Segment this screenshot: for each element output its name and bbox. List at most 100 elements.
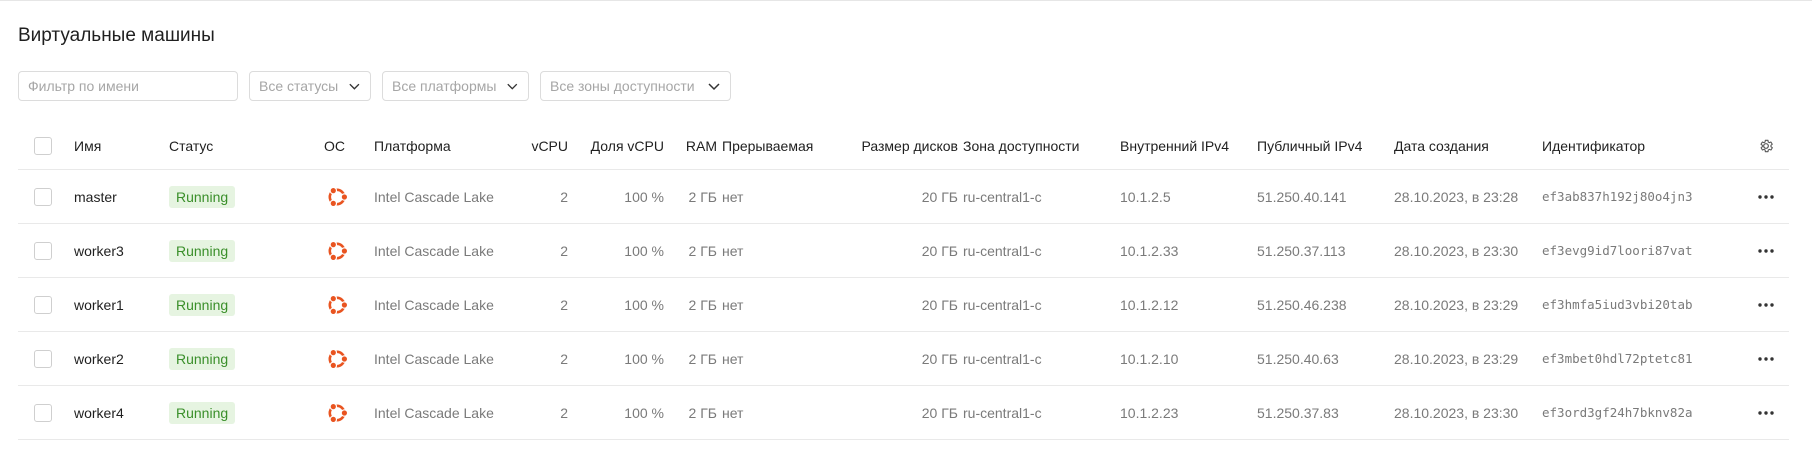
top-divider	[0, 0, 1812, 1]
vm-vcpu-share: 100 %	[624, 350, 664, 367]
select-all-checkbox[interactable]	[34, 136, 52, 155]
more-horizontal-icon	[1758, 410, 1774, 415]
row-actions-button[interactable]	[1748, 224, 1784, 277]
column-header-preemptible[interactable]: Прерываемая	[722, 122, 832, 169]
chevron-down-icon	[349, 83, 360, 90]
table-row[interactable]: worker2 Running Intel Cascade Lake 2 100…	[18, 332, 1789, 386]
column-header-vcpu[interactable]: vCPU	[508, 122, 568, 169]
more-horizontal-icon	[1758, 194, 1774, 199]
table-row[interactable]: worker3 Running Intel Cascade Lake 2 100…	[18, 224, 1789, 278]
vm-vcpu: 2	[560, 188, 568, 205]
column-header-internal-ip[interactable]: Внутренний IPv4	[1120, 122, 1255, 169]
vm-public-ip: 51.250.37.83	[1257, 404, 1339, 421]
vm-created: 28.10.2023, в 23:29	[1394, 350, 1519, 367]
vm-disk-size: 20 ГБ	[921, 296, 958, 313]
vm-public-ip: 51.250.46.238	[1257, 296, 1347, 313]
column-header-disk-size[interactable]: Размер дисков	[838, 122, 958, 169]
vm-disk-size: 20 ГБ	[921, 188, 958, 205]
row-checkbox[interactable]	[34, 187, 52, 206]
status-badge: Running	[169, 347, 236, 370]
vm-platform: Intel Cascade Lake	[374, 296, 494, 313]
vm-zone: ru-central1-c	[963, 242, 1042, 259]
row-checkbox[interactable]	[34, 349, 52, 368]
table-row[interactable]: master Running Intel Cascade Lake 2 100 …	[18, 170, 1789, 224]
vm-preemptible: нет	[722, 350, 744, 367]
vm-vcpu: 2	[560, 296, 568, 313]
chevron-down-icon	[507, 83, 518, 90]
vm-preemptible: нет	[722, 188, 744, 205]
status-badge: Running	[169, 239, 236, 262]
platform-filter-value: Все платформы	[392, 78, 497, 94]
vm-name[interactable]: worker1	[74, 278, 164, 331]
vm-internal-ip: 10.1.2.12	[1120, 296, 1179, 313]
zone-filter-value: Все зоны доступности	[550, 78, 695, 94]
vm-vcpu-share: 100 %	[624, 188, 664, 205]
column-settings-button[interactable]	[1748, 122, 1784, 169]
vm-id: ef3mbet0hdl72ptetc81	[1542, 351, 1693, 366]
vm-id: ef3ord3gf24h7bknv82a	[1542, 405, 1693, 420]
vm-disk-size: 20 ГБ	[921, 242, 958, 259]
column-header-platform[interactable]: Платформа	[374, 122, 504, 169]
vm-zone: ru-central1-c	[963, 188, 1042, 205]
vm-vcpu: 2	[560, 404, 568, 421]
column-header-id[interactable]: Идентификатор	[1542, 122, 1722, 169]
ubuntu-icon	[328, 348, 349, 369]
column-header-ram[interactable]: RAM	[670, 122, 717, 169]
name-filter-input[interactable]	[18, 71, 238, 101]
vm-zone: ru-central1-c	[963, 404, 1042, 421]
row-actions-button[interactable]	[1748, 332, 1784, 385]
vm-name[interactable]: worker2	[74, 332, 164, 385]
vm-id: ef3evg9id7loori87vat	[1542, 243, 1693, 258]
vm-id: ef3hmfa5iud3vbi20tab	[1542, 297, 1693, 312]
row-actions-button[interactable]	[1748, 170, 1784, 223]
vm-platform: Intel Cascade Lake	[374, 350, 494, 367]
vm-public-ip: 51.250.40.63	[1257, 350, 1339, 367]
column-header-public-ip[interactable]: Публичный IPv4	[1257, 122, 1392, 169]
vm-name[interactable]: worker4	[74, 386, 164, 439]
vm-disk-size: 20 ГБ	[921, 350, 958, 367]
vm-public-ip: 51.250.37.113	[1257, 242, 1346, 259]
column-header-created[interactable]: Дата создания	[1394, 122, 1539, 169]
more-horizontal-icon	[1758, 302, 1774, 307]
column-header-vcpu-share[interactable]: Доля vCPU	[578, 122, 664, 169]
filter-bar: Все статусы Все платформы Все зоны досту…	[18, 71, 731, 101]
vm-vcpu: 2	[560, 350, 568, 367]
vm-name[interactable]: master	[74, 170, 164, 223]
vm-internal-ip: 10.1.2.5	[1120, 188, 1171, 205]
column-header-name[interactable]: Имя	[74, 122, 164, 169]
vm-platform: Intel Cascade Lake	[374, 404, 494, 421]
platform-filter-select[interactable]: Все платформы	[382, 71, 529, 101]
vm-platform: Intel Cascade Lake	[374, 242, 494, 259]
vm-preemptible: нет	[722, 296, 744, 313]
more-horizontal-icon	[1758, 356, 1774, 361]
column-header-zone[interactable]: Зона доступности	[963, 122, 1113, 169]
vm-public-ip: 51.250.40.141	[1257, 188, 1347, 205]
vm-internal-ip: 10.1.2.23	[1120, 404, 1179, 421]
table-row[interactable]: worker1 Running Intel Cascade Lake 2 100…	[18, 278, 1789, 332]
vm-vcpu: 2	[560, 242, 568, 259]
status-badge: Running	[169, 185, 236, 208]
column-header-os[interactable]: ОС	[324, 122, 364, 169]
vm-name[interactable]: worker3	[74, 224, 164, 277]
status-filter-select[interactable]: Все статусы	[249, 71, 371, 101]
vm-zone: ru-central1-c	[963, 350, 1042, 367]
row-actions-button[interactable]	[1748, 278, 1784, 331]
vm-created: 28.10.2023, в 23:29	[1394, 296, 1519, 313]
table-header-row: Имя Статус ОС Платформа vCPU Доля vCPU R…	[18, 122, 1789, 170]
vm-ram: 2 ГБ	[688, 404, 717, 421]
column-header-status[interactable]: Статус	[169, 122, 289, 169]
table-row[interactable]: worker4 Running Intel Cascade Lake 2 100…	[18, 386, 1789, 440]
vm-zone: ru-central1-c	[963, 296, 1042, 313]
vm-vcpu-share: 100 %	[624, 242, 664, 259]
zone-filter-select[interactable]: Все зоны доступности	[540, 71, 731, 101]
row-checkbox[interactable]	[34, 295, 52, 314]
vm-id: ef3ab837h192j80o4jn3	[1542, 189, 1693, 204]
ubuntu-icon	[328, 186, 349, 207]
vm-disk-size: 20 ГБ	[921, 404, 958, 421]
row-checkbox[interactable]	[34, 403, 52, 422]
row-checkbox[interactable]	[34, 241, 52, 260]
vm-vcpu-share: 100 %	[624, 404, 664, 421]
more-horizontal-icon	[1758, 248, 1774, 253]
row-actions-button[interactable]	[1748, 386, 1784, 439]
ubuntu-icon	[328, 294, 349, 315]
